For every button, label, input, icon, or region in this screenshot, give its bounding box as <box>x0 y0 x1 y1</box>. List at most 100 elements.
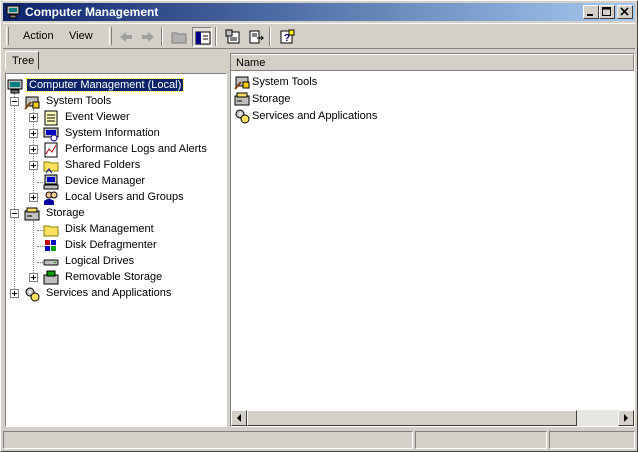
removable-storage-icon <box>43 270 59 285</box>
tree-node-shared-folders-label: Shared Folders <box>65 159 141 171</box>
services-icon <box>25 287 40 302</box>
tree-node-shared-folders[interactable]: Shared Folders <box>29 158 219 174</box>
tree-node-disk-management-label: Disk Management <box>65 223 154 235</box>
minimize-icon <box>587 14 593 16</box>
tree-node-performance-logs[interactable]: Performance Logs and Alerts <box>29 142 224 158</box>
scrollbar-thumb[interactable] <box>247 410 577 426</box>
tree-node-device-manager-label: Device Manager <box>65 175 146 187</box>
computer-icon <box>7 79 23 94</box>
title-bar[interactable]: Computer Management <box>3 3 635 21</box>
help-button[interactable]: ? <box>277 27 297 47</box>
menu-view[interactable]: View <box>69 30 93 42</box>
status-panel <box>549 431 635 449</box>
tree-node-device-manager[interactable]: Device Manager <box>29 174 219 190</box>
horizontal-scrollbar[interactable] <box>231 410 634 426</box>
tree-node-removable-storage-label: Removable Storage <box>65 271 163 283</box>
tree-node-performance-logs-label: Performance Logs and Alerts <box>65 143 207 155</box>
folder-up-icon <box>171 32 187 44</box>
main-window: Computer Management Action View ? Tree C… <box>0 0 638 452</box>
tree-node-storage[interactable]: Storage <box>10 206 210 222</box>
expand-toggle[interactable] <box>10 289 19 298</box>
tree-node-local-users[interactable]: Local Users and Groups <box>29 190 219 206</box>
users-icon <box>44 191 58 205</box>
drive-icon <box>43 259 59 266</box>
tab-tree[interactable]: Tree <box>5 51 39 70</box>
up-one-level-button[interactable] <box>169 27 189 47</box>
forward-arrow-icon <box>142 32 154 42</box>
show-hide-tree-button[interactable] <box>192 27 212 47</box>
toolbar-separator-3 <box>269 27 271 46</box>
collapse-toggle[interactable] <box>10 97 19 106</box>
status-panel <box>3 431 413 449</box>
minimize-button[interactable] <box>583 5 599 19</box>
show-hide-tree-icon <box>195 31 211 45</box>
export-list-icon <box>249 30 264 44</box>
expand-toggle[interactable] <box>29 273 38 282</box>
window-title: Computer Management <box>25 5 159 19</box>
expand-toggle[interactable] <box>29 193 38 202</box>
export-list-button[interactable] <box>246 27 266 47</box>
scroll-right-button[interactable] <box>618 410 634 426</box>
performance-logs-icon <box>44 142 58 158</box>
tree-pane[interactable]: Computer Management (Local) System Tools… <box>5 73 227 427</box>
folder-icon <box>43 225 59 237</box>
expand-toggle[interactable] <box>29 161 38 170</box>
computer-management-icon <box>6 5 20 19</box>
forward-button[interactable] <box>138 27 158 47</box>
list-item-label: Services and Applications <box>252 110 378 122</box>
expand-toggle[interactable] <box>29 113 38 122</box>
back-button[interactable] <box>116 27 136 47</box>
menu-action[interactable]: Action <box>23 30 54 42</box>
tree-node-disk-defragmenter-label: Disk Defragmenter <box>65 239 157 251</box>
system-tools-icon <box>24 96 40 110</box>
list-item-label: System Tools <box>252 76 318 88</box>
tree-node-root[interactable]: Computer Management (Local) <box>6 78 193 94</box>
toolbar-separator-2 <box>215 27 217 46</box>
tree-node-system-tools-label: System Tools <box>46 95 112 107</box>
tree-node-removable-storage[interactable]: Removable Storage <box>29 270 219 286</box>
scroll-left-button[interactable] <box>231 410 247 426</box>
list-item[interactable]: Storage <box>234 91 434 107</box>
tree-node-system-information[interactable]: System Information <box>29 126 219 142</box>
toolbar: Action View ? <box>3 23 635 49</box>
toolbar-grip[interactable] <box>6 27 9 45</box>
tree-node-event-viewer[interactable]: Event Viewer <box>29 110 219 126</box>
system-information-icon <box>43 127 59 142</box>
help-icon: ? <box>280 29 295 44</box>
list-item[interactable]: System Tools <box>234 74 434 90</box>
column-header: Name <box>231 54 634 71</box>
maximize-button[interactable] <box>599 5 615 19</box>
tree-node-root-label: Computer Management (Local) <box>25 78 185 92</box>
storage-icon <box>234 92 250 106</box>
event-viewer-icon <box>44 110 58 126</box>
expand-toggle[interactable] <box>29 129 38 138</box>
collapse-toggle[interactable] <box>10 209 19 218</box>
tree-node-disk-management[interactable]: Disk Management <box>29 222 219 238</box>
column-header-name-label: Name <box>236 57 266 69</box>
device-manager-icon <box>43 174 59 190</box>
tab-strip: Tree <box>5 51 227 71</box>
column-header-name[interactable]: Name <box>231 54 634 70</box>
tree-node-system-information-label: System Information <box>65 127 160 139</box>
maximize-icon <box>602 7 611 16</box>
expand-toggle[interactable] <box>29 145 38 154</box>
services-icon <box>235 109 250 124</box>
list-pane[interactable]: Name System Tools Storage Services and A… <box>230 53 635 427</box>
tab-tree-label: Tree <box>12 55 35 67</box>
scroll-left-arrow-icon <box>237 414 241 422</box>
system-tools-icon <box>234 76 250 90</box>
toolbar-grip-2[interactable] <box>109 27 112 45</box>
close-button[interactable] <box>617 5 633 19</box>
storage-icon <box>24 207 40 221</box>
tree-node-system-tools[interactable]: System Tools <box>10 94 210 110</box>
properties-button[interactable] <box>223 27 243 47</box>
back-arrow-icon <box>120 32 132 42</box>
list-item[interactable]: Services and Applications <box>234 108 434 124</box>
tree-node-services-applications[interactable]: Services and Applications <box>10 286 210 302</box>
tree-node-logical-drives[interactable]: Logical Drives <box>29 254 219 270</box>
toolbar-separator <box>161 27 163 46</box>
shared-folder-icon <box>43 161 59 174</box>
tree-node-services-applications-label: Services and Applications <box>46 287 172 299</box>
tree-node-disk-defragmenter[interactable]: Disk Defragmenter <box>29 238 219 254</box>
properties-icon <box>225 29 240 44</box>
